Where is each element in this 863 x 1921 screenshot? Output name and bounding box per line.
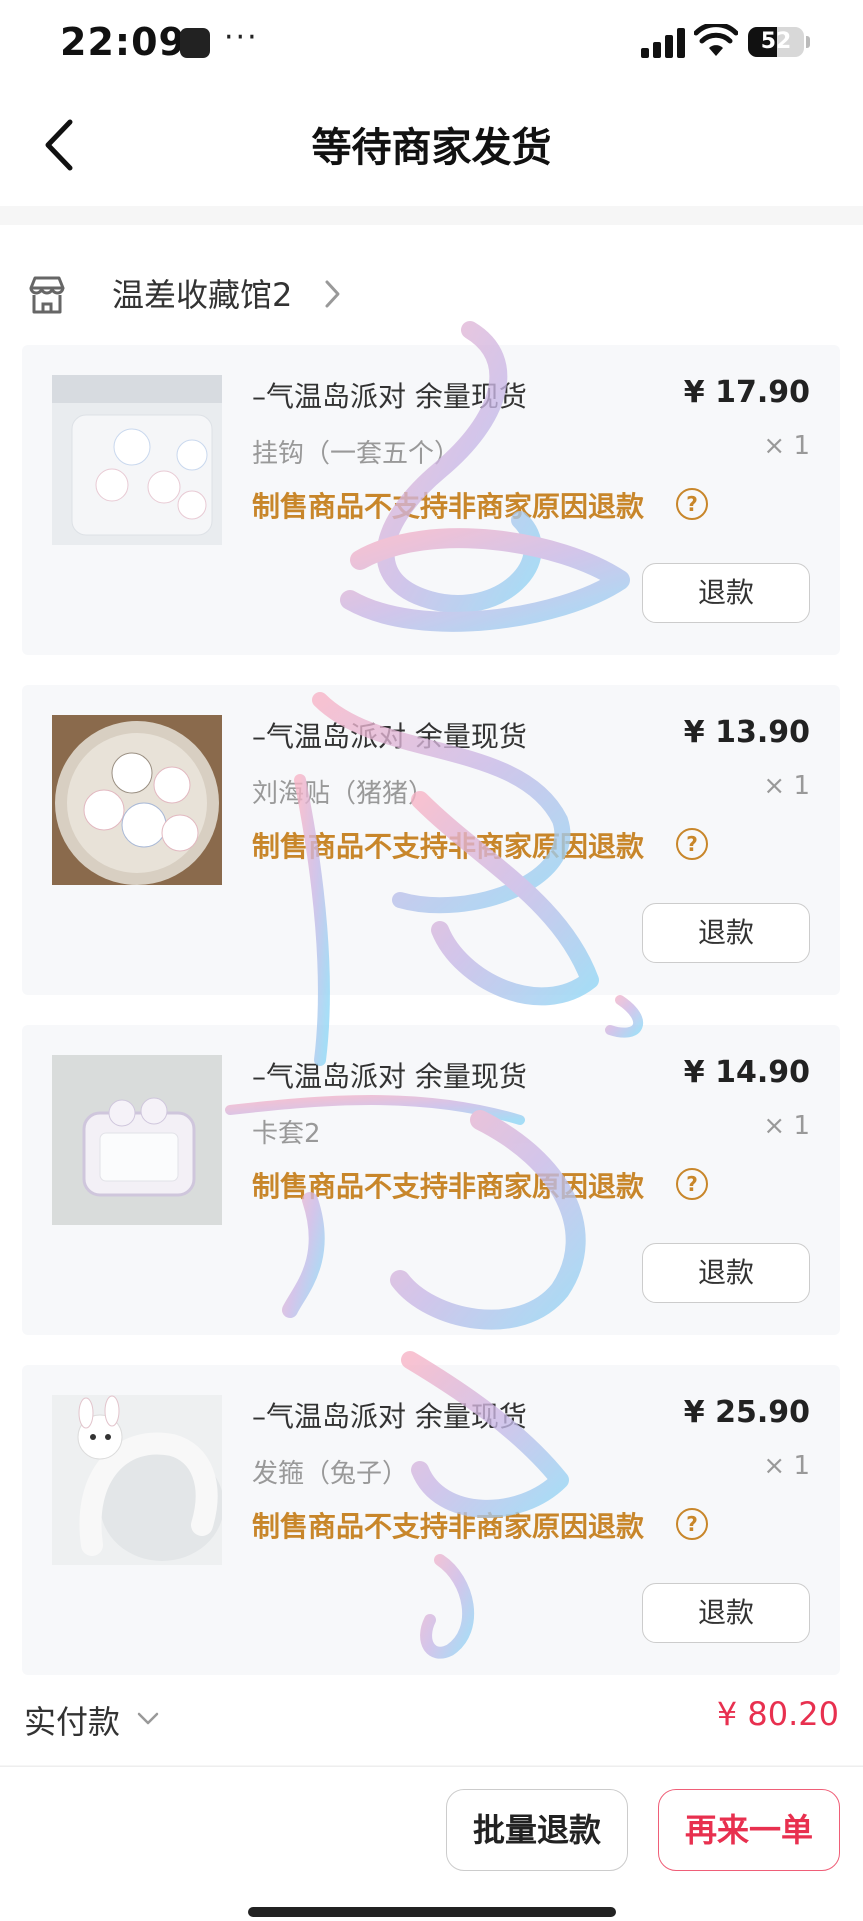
store-name: 温差收藏馆2 — [112, 276, 293, 314]
total-row[interactable]: 实付款 ¥ 80.20 — [0, 1685, 863, 1755]
item-quantity: × 1 — [763, 431, 810, 461]
battery-tip — [806, 36, 810, 48]
refund-button[interactable]: 退款 — [642, 903, 810, 963]
status-bar: 22:09 ··· 52 — [0, 0, 863, 90]
product-image[interactable] — [52, 375, 222, 545]
item-price: ¥ 17.90 — [683, 375, 810, 410]
total-label: 实付款 — [24, 1703, 121, 1741]
order-item[interactable]: –气温岛派对 余量现货 卡套2 制售商品不支持非商家原因退款 ? ¥ 14.90… — [22, 1025, 840, 1335]
item-variant: 刘海贴（猪猪） — [252, 779, 435, 809]
nav-bar: 等待商家发货 — [0, 90, 863, 206]
wifi-icon — [694, 24, 738, 56]
item-variant: 挂钩（一套五个） — [252, 439, 461, 469]
product-image[interactable] — [52, 1395, 222, 1565]
chevron-left-icon — [45, 119, 73, 171]
help-icon[interactable]: ? — [676, 1508, 708, 1540]
bottom-action-bar: 批量退款 再来一单 — [0, 1766, 863, 1921]
item-quantity: × 1 — [763, 1111, 810, 1141]
signal-icon — [641, 28, 685, 58]
item-notice: 制售商品不支持非商家原因退款 — [252, 1170, 645, 1203]
refund-button[interactable]: 退款 — [642, 1243, 810, 1303]
page-title: 等待商家发货 — [311, 125, 552, 171]
item-quantity: × 1 — [763, 771, 810, 801]
app-icon — [180, 28, 210, 58]
battery-level: 52 — [760, 29, 792, 54]
help-icon[interactable]: ? — [676, 1168, 708, 1200]
batch-refund-button[interactable]: 批量退款 — [446, 1789, 628, 1871]
item-title: –气温岛派对 余量现货 — [252, 1060, 527, 1093]
store-row[interactable]: 温差收藏馆2 — [0, 260, 863, 330]
chevron-right-icon — [325, 280, 340, 308]
back-button[interactable] — [30, 110, 90, 180]
item-notice: 制售商品不支持非商家原因退款 — [252, 830, 645, 863]
product-image[interactable] — [52, 715, 222, 885]
item-variant: 发箍（兔子） — [252, 1459, 409, 1489]
item-price: ¥ 25.90 — [683, 1395, 810, 1430]
reorder-button[interactable]: 再来一单 — [658, 1789, 840, 1871]
chevron-down-icon[interactable] — [136, 1711, 160, 1727]
battery-icon: 52 — [748, 27, 804, 57]
item-variant: 卡套2 — [252, 1119, 321, 1149]
item-quantity: × 1 — [763, 1451, 810, 1481]
item-price: ¥ 14.90 — [683, 1055, 810, 1090]
total-amount: ¥ 80.20 — [716, 1695, 839, 1733]
store-icon — [29, 276, 65, 314]
order-item[interactable]: –气温岛派对 余量现货 刘海贴（猪猪） 制售商品不支持非商家原因退款 ? ¥ 1… — [22, 685, 840, 995]
refund-button[interactable]: 退款 — [642, 563, 810, 623]
item-title: –气温岛派对 余量现货 — [252, 380, 527, 413]
order-item[interactable]: –气温岛派对 余量现货 发箍（兔子） 制售商品不支持非商家原因退款 ? ¥ 25… — [22, 1365, 840, 1675]
item-price: ¥ 13.90 — [683, 715, 810, 750]
order-item[interactable]: –气温岛派对 余量现货 挂钩（一套五个） 制售商品不支持非商家原因退款 ? ¥ … — [22, 345, 840, 655]
help-icon[interactable]: ? — [676, 828, 708, 860]
status-time: 22:09 — [60, 20, 186, 64]
item-title: –气温岛派对 余量现货 — [252, 720, 527, 753]
home-indicator[interactable] — [248, 1907, 616, 1917]
item-title: –气温岛派对 余量现货 — [252, 1400, 527, 1433]
item-notice: 制售商品不支持非商家原因退款 — [252, 1510, 645, 1543]
order-card: 温差收藏馆2 –气温岛派对 余量现货 挂钩（一套五个） 制售商品不支持非商家原因… — [0, 225, 863, 1765]
status-dots: ··· — [224, 20, 259, 55]
refund-button[interactable]: 退款 — [642, 1583, 810, 1643]
help-icon[interactable]: ? — [676, 488, 708, 520]
product-image[interactable] — [52, 1055, 222, 1225]
item-notice: 制售商品不支持非商家原因退款 — [252, 490, 645, 523]
